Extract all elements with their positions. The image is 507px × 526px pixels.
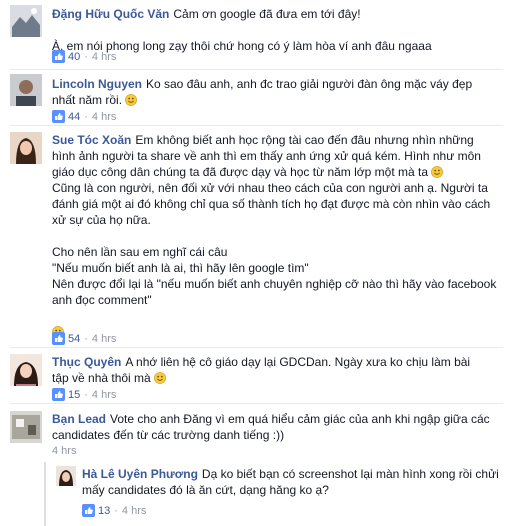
avatar[interactable] [56, 466, 76, 486]
like-count[interactable]: 44 [68, 111, 80, 123]
comment-meta: 40 · 4 hrs [52, 50, 116, 63]
timestamp[interactable]: 4 hrs [92, 389, 116, 401]
comment-author[interactable]: Lincoln Nguyen [52, 77, 142, 91]
comment-feed: Đặng Hữu Quốc Văn Cảm ơn google đã đưa em… [0, 0, 507, 526]
like-icon [52, 332, 65, 345]
timestamp[interactable]: 4 hrs [92, 111, 116, 123]
comment-author[interactable]: Thục Quyên [52, 355, 121, 369]
separator: · [84, 110, 88, 123]
comment-author[interactable]: Đặng Hữu Quốc Văn [52, 7, 169, 21]
like-count[interactable]: 40 [68, 51, 80, 63]
comment-author[interactable]: Hà Lê Uyên Phương [82, 467, 198, 481]
smile-emoji-icon [154, 372, 166, 384]
like-icon [52, 388, 65, 401]
separator: · [84, 50, 88, 63]
comment-text: Cảm ơn google đã đưa em tới đây! [173, 7, 361, 21]
comment-meta: 4 hrs [52, 445, 76, 457]
like-count[interactable]: 15 [68, 389, 80, 401]
smile-emoji-icon [431, 166, 444, 178]
like-count[interactable]: 13 [98, 505, 110, 517]
comment-text: nhất năm rồi. [52, 93, 123, 107]
comment: Đặng Hữu Quốc Văn Cảm ơn google đã đưa em… [0, 0, 507, 70]
comment-meta: 15 · 4 hrs [52, 388, 116, 401]
reply: Hà Lê Uyên Phương Dạ ko biết bạn có scree… [0, 462, 507, 526]
comment-text: A nhớ liên hệ cô giáo dạy lại GDCDan. Ng… [125, 355, 471, 369]
comment-text: Ko sao đâu anh, anh đc trao giải người đ… [146, 77, 473, 91]
comment-text: "Nếu muốn biết anh là ai, thì hãy lên go… [52, 261, 309, 275]
timestamp[interactable]: 4 hrs [52, 445, 76, 457]
avatar[interactable] [10, 354, 42, 386]
comment-author[interactable]: Bạn Lead [52, 412, 106, 426]
comment: Bạn Lead Vote cho anh Đăng vì em quá hiểu… [0, 404, 507, 460]
comment-text: Vote cho anh Đăng vì em quá hiểu cảm giá… [52, 412, 493, 442]
separator: · [84, 332, 88, 345]
comment-text: Cũng là con người, nên đối xử với nhau t… [52, 181, 491, 227]
separator: · [114, 504, 118, 517]
comment-text: tập về nhà thôi mà [52, 371, 151, 385]
comment-meta: 44 · 4 hrs [52, 110, 116, 123]
separator: · [84, 388, 88, 401]
like-count[interactable]: 54 [68, 333, 80, 345]
comment: Lincoln Nguyen Ko sao đâu anh, anh đc tra… [0, 70, 507, 126]
comment-text: À, em nói phong long zạy thôi chứ hong c… [52, 39, 432, 53]
comment: Thục Quyên A nhớ liên hệ cô giáo dạy lại … [0, 348, 507, 404]
comment-author[interactable]: Sue Tóc Xoăn [52, 133, 131, 147]
avatar[interactable] [10, 74, 42, 106]
avatar[interactable] [10, 132, 42, 164]
comment-text: Nên được đổi lại là "nếu muốn biết anh c… [52, 277, 497, 307]
timestamp[interactable]: 4 hrs [92, 51, 116, 63]
timestamp[interactable]: 4 hrs [122, 505, 146, 517]
avatar[interactable] [10, 411, 42, 443]
comment-meta: 13 · 4 hrs [82, 504, 146, 517]
comment-text: Cho nên lần sau em nghĩ cái câu [52, 245, 228, 259]
avatar[interactable] [10, 5, 42, 37]
timestamp[interactable]: 4 hrs [92, 333, 116, 345]
like-icon [52, 110, 65, 123]
smile-emoji-icon [125, 94, 138, 106]
comment: Sue Tóc Xoăn Em không biết anh học rộng t… [0, 126, 507, 348]
like-icon [82, 504, 95, 517]
comment-meta: 54 · 4 hrs [52, 332, 116, 345]
like-icon [52, 50, 65, 63]
